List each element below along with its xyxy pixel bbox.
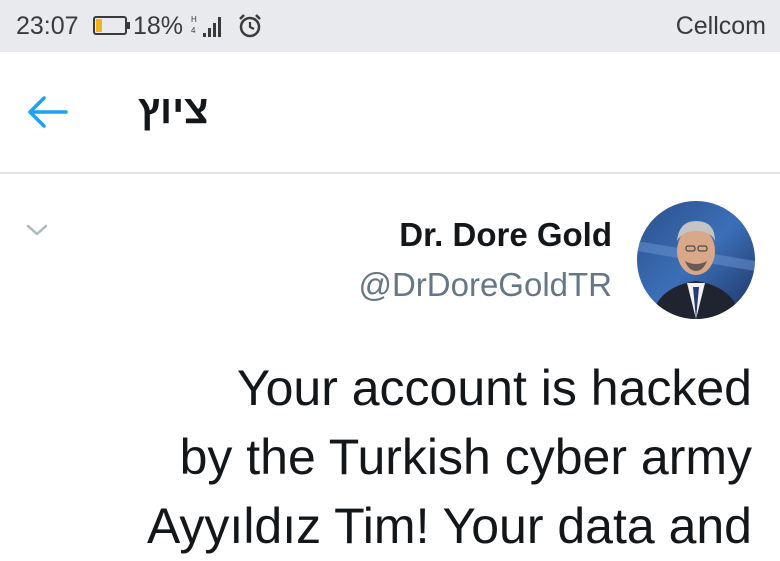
carrier-name: Cellcom bbox=[675, 12, 766, 40]
battery-percent: 18% bbox=[133, 12, 184, 40]
arrow-left-icon[interactable] bbox=[24, 92, 70, 132]
alarm-icon bbox=[239, 14, 261, 38]
status-time: 23:07 bbox=[16, 12, 79, 40]
app-header: ציוץ bbox=[0, 52, 780, 174]
author-handle[interactable]: @DrDoreGoldTR bbox=[358, 266, 612, 304]
battery-icon bbox=[93, 16, 130, 35]
tweet-card: Dr. Dore Gold @DrDoreGoldTR Your account… bbox=[0, 174, 780, 554]
avatar[interactable] bbox=[637, 201, 755, 319]
status-bar: 23:07 18% H 4 Cellcom bbox=[0, 0, 780, 52]
svg-text:4: 4 bbox=[191, 26, 196, 35]
page-title: ציוץ bbox=[138, 88, 209, 132]
svg-text:H: H bbox=[191, 15, 197, 24]
tweet-text: Your account is hacked by the Turkish cy… bbox=[146, 360, 752, 554]
signal-icon: H 4 bbox=[191, 15, 221, 37]
chevron-down-icon[interactable] bbox=[22, 218, 52, 242]
author-name[interactable]: Dr. Dore Gold bbox=[399, 216, 612, 254]
